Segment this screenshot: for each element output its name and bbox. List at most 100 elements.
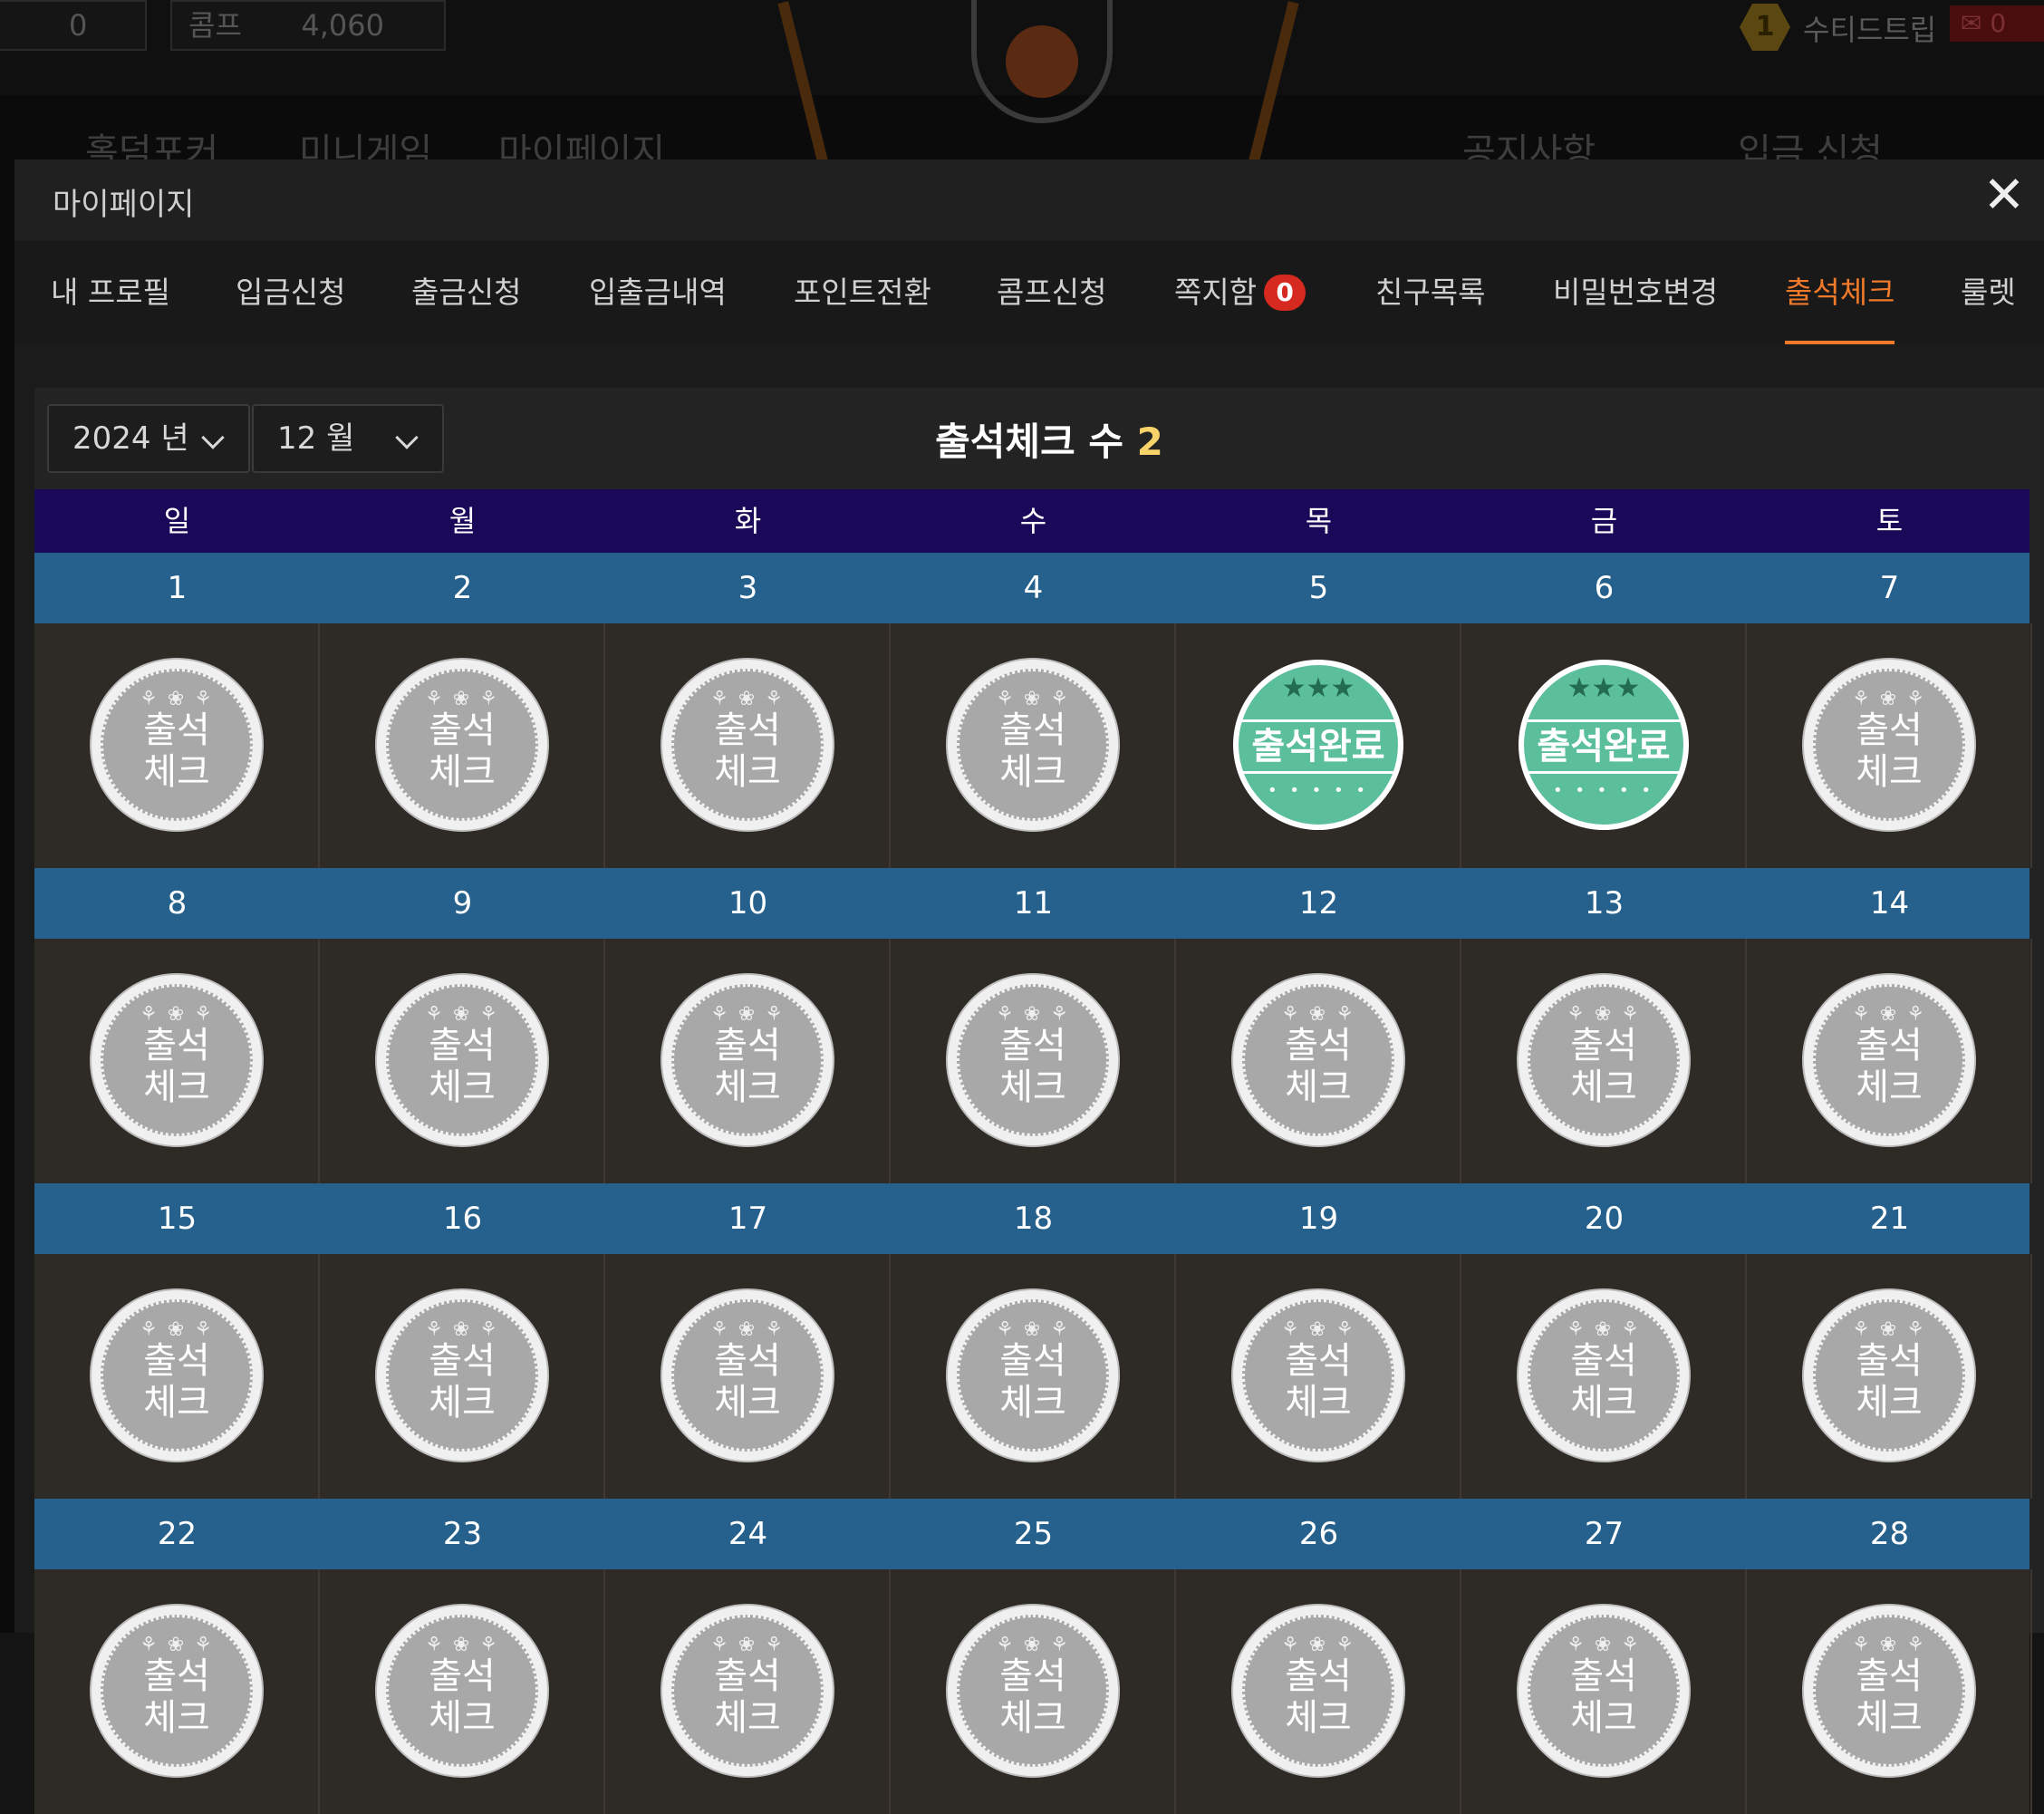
stamp-label: 출석 체크	[103, 709, 250, 793]
attendance-check-stamp-icon[interactable]: ⚘ ❀ ⚘ 출석 체크	[92, 975, 262, 1145]
stamp-line-2: 체크	[1570, 1066, 1637, 1108]
leaf-ornament-icon: ⚘ ❀ ⚘	[140, 1318, 214, 1341]
stamp-line-1: 출석	[429, 1340, 496, 1382]
leaf-ornament-icon: ⚘ ❀ ⚘	[710, 688, 785, 710]
stamp-face: ⚘ ❀ ⚘ 출석 체크	[1242, 1299, 1394, 1452]
attendance-check-stamp-icon[interactable]: ⚘ ❀ ⚘ 출석 체크	[948, 975, 1118, 1145]
calendar-cell: ⚘ ❀ ⚘ 출석 체크	[1461, 939, 1747, 1183]
stars-icon: ★★★	[1281, 672, 1355, 704]
stamp-line-2: 체크	[714, 1697, 781, 1739]
attendance-check-stamp-icon[interactable]: ⚘ ❀ ⚘ 출석 체크	[662, 1290, 833, 1461]
stamp-face: ⚘ ❀ ⚘ 출석 체크	[1242, 984, 1394, 1136]
attendance-check-stamp-icon[interactable]: ⚘ ❀ ⚘ 출석 체크	[1233, 975, 1403, 1145]
stamp-row: ⚘ ❀ ⚘ 출석 체크 ⚘ ❀ ⚘ 출석 체크 ⚘ ❀ ⚘ 출석 체크 ⚘ ❀ ⚘ 출석 체크 ⚘ ❀ …	[34, 939, 2032, 1183]
attendance-check-stamp-icon[interactable]: ⚘ ❀ ⚘ 출석 체크	[1519, 1290, 1689, 1461]
leaf-ornament-icon: ⚘ ❀ ⚘	[1281, 1318, 1355, 1341]
stamp-line-1: 출석	[429, 709, 496, 751]
stamp-row: ⚘ ❀ ⚘ 출석 체크 ⚘ ❀ ⚘ 출석 체크 ⚘ ❀ ⚘ 출석 체크 ⚘ ❀ ⚘ 출석 체크 ★★★ 출…	[34, 623, 2032, 868]
leaf-ornament-icon: ⚘ ❀ ⚘	[140, 1003, 214, 1026]
attendance-check-stamp-icon[interactable]: ⚘ ❀ ⚘ 출석 체크	[1804, 1290, 1974, 1461]
stamp-line-1: 출석	[1856, 1025, 1923, 1066]
day-number: 11	[1013, 885, 1054, 921]
stamp-label: 출석 체크	[103, 1025, 250, 1108]
stamp-line-2: 체크	[1856, 751, 1923, 793]
day-number: 22	[157, 1516, 198, 1552]
attendance-check-stamp-icon[interactable]: ⚘ ❀ ⚘ 출석 체크	[1804, 660, 1974, 830]
calendar-cell: ⚘ ❀ ⚘ 출석 체크	[891, 1569, 1176, 1814]
day-number: 10	[728, 885, 768, 921]
calendar-cell: ⚘ ❀ ⚘ 출석 체크	[34, 939, 320, 1183]
attendance-check-stamp-icon[interactable]: ⚘ ❀ ⚘ 출석 체크	[1233, 1290, 1403, 1461]
leaf-ornament-icon: ⚘ ❀ ⚘	[1567, 1003, 1641, 1026]
weekday-fri: 금	[1590, 504, 1618, 538]
stamp-line-2: 체크	[429, 1382, 496, 1423]
leaf-ornament-icon: ⚘ ❀ ⚘	[1852, 1634, 1926, 1656]
attendance-check-stamp-icon[interactable]: ⚘ ❀ ⚘ 출석 체크	[377, 1606, 547, 1776]
stamp-line-2: 체크	[714, 751, 781, 793]
attendance-check-stamp-icon[interactable]: ⚘ ❀ ⚘ 출석 체크	[377, 660, 547, 830]
weekday-header: 일 월 화 수 목 금 토	[34, 489, 2030, 553]
stamp-line-1: 출석	[143, 1025, 210, 1066]
stamp-line-2: 체크	[1285, 1382, 1352, 1423]
stamp-face: ⚘ ❀ ⚘ 출석 체크	[957, 1299, 1109, 1452]
stamp-label: 출석완료	[1524, 719, 1683, 774]
attendance-check-stamp-icon[interactable]: ⚘ ❀ ⚘ 출석 체크	[92, 1290, 262, 1461]
attendance-check-stamp-icon[interactable]: ⚘ ❀ ⚘ 출석 체크	[1519, 1606, 1689, 1776]
stamp-line-1: 출석	[1856, 1655, 1923, 1697]
attendance-check-stamp-icon[interactable]: ⚘ ❀ ⚘ 출석 체크	[92, 660, 262, 830]
attendance-check-stamp-icon[interactable]: ⚘ ❀ ⚘ 출석 체크	[948, 1290, 1118, 1461]
stamp-face: ⚘ ❀ ⚘ 출석 체크	[386, 1299, 538, 1452]
stamp-line-2: 체크	[143, 1382, 210, 1423]
stamp-line-1: 출석	[1570, 1340, 1637, 1382]
attendance-check-stamp-icon[interactable]: ⚘ ❀ ⚘ 출석 체크	[92, 1606, 262, 1776]
stamp-line-2: 체크	[143, 751, 210, 793]
stamp-face: ⚘ ❀ ⚘ 출석 체크	[101, 669, 253, 821]
stamp-label: 출석 체크	[389, 709, 535, 793]
stamp-label: 출석 체크	[1530, 1655, 1677, 1739]
attendance-check-stamp-icon[interactable]: ⚘ ❀ ⚘ 출석 체크	[377, 975, 547, 1145]
attendance-check-stamp-icon[interactable]: ⚘ ❀ ⚘ 출석 체크	[948, 1606, 1118, 1776]
stamp-line-2: 체크	[429, 1697, 496, 1739]
stamp-line-1: 출석	[429, 1655, 496, 1697]
calendar-cell: ⚘ ❀ ⚘ 출석 체크	[34, 623, 320, 868]
stamp-label: 출석 체크	[674, 709, 821, 793]
day-number: 24	[728, 1516, 768, 1552]
attendance-check-stamp-icon[interactable]: ⚘ ❀ ⚘ 출석 체크	[662, 975, 833, 1145]
date-row: 22 23 24 25 26 27 28	[34, 1499, 2030, 1569]
stamp-label: 출석 체크	[389, 1025, 535, 1108]
calendar-cell: ⚘ ❀ ⚘ 출석 체크	[891, 939, 1176, 1183]
stamp-label: 출석 체크	[103, 1340, 250, 1423]
stamp-label: 출석 체크	[1530, 1025, 1677, 1108]
stamp-line-2: 체크	[143, 1697, 210, 1739]
stamp-line-1: 출석	[714, 1655, 781, 1697]
stamp-label: 출석 체크	[959, 1025, 1106, 1108]
attendance-check-stamp-icon[interactable]: ⚘ ❀ ⚘ 출석 체크	[1233, 1606, 1403, 1776]
stamp-face: ★★★ 출석완료 • • • • •	[1524, 665, 1683, 825]
attendance-check-stamp-icon[interactable]: ⚘ ❀ ⚘ 출석 체크	[662, 1606, 833, 1776]
attendance-check-stamp-icon[interactable]: ⚘ ❀ ⚘ 출석 체크	[948, 660, 1118, 830]
attendance-check-stamp-icon[interactable]: ⚘ ❀ ⚘ 출석 체크	[662, 660, 833, 830]
stamp-row: ⚘ ❀ ⚘ 출석 체크 ⚘ ❀ ⚘ 출석 체크 ⚘ ❀ ⚘ 출석 체크 ⚘ ❀ ⚘ 출석 체크 ⚘ ❀ …	[34, 1569, 2032, 1814]
attendance-check-stamp-icon[interactable]: ⚘ ❀ ⚘ 출석 체크	[1804, 975, 1974, 1145]
day-number: 20	[1584, 1201, 1625, 1237]
attendance-check-stamp-icon[interactable]: ⚘ ❀ ⚘ 출석 체크	[377, 1290, 547, 1461]
leaf-ornament-icon: ⚘ ❀ ⚘	[1852, 1003, 1926, 1026]
stamp-face: ⚘ ❀ ⚘ 출석 체크	[957, 669, 1109, 821]
stamp-face: ⚘ ❀ ⚘ 출석 체크	[1528, 984, 1680, 1136]
attendance-check-stamp-icon[interactable]: ⚘ ❀ ⚘ 출석 체크	[1519, 975, 1689, 1145]
stamp-line-1: 출석	[714, 1025, 781, 1066]
day-number: 3	[738, 570, 758, 606]
stamp-line-2: 체크	[1570, 1382, 1637, 1423]
day-number: 15	[157, 1201, 198, 1237]
attendance-check-stamp-icon[interactable]: ⚘ ❀ ⚘ 출석 체크	[1804, 1606, 1974, 1776]
date-row: 8 9 10 11 12 13 14	[34, 868, 2030, 939]
weekday-wed: 수	[1019, 504, 1047, 538]
weekday-mon: 월	[448, 504, 477, 538]
stamp-line-2: 체크	[999, 1382, 1066, 1423]
stamp-line-1: 출석	[999, 1655, 1066, 1697]
stamp-line-2: 체크	[1285, 1697, 1352, 1739]
calendar-cell: ⚘ ❀ ⚘ 출석 체크	[320, 623, 605, 868]
stamp-line-2: 체크	[1856, 1382, 1923, 1423]
stamp-label: 출석 체크	[959, 709, 1106, 793]
calendar-cell: ⚘ ❀ ⚘ 출석 체크	[320, 939, 605, 1183]
